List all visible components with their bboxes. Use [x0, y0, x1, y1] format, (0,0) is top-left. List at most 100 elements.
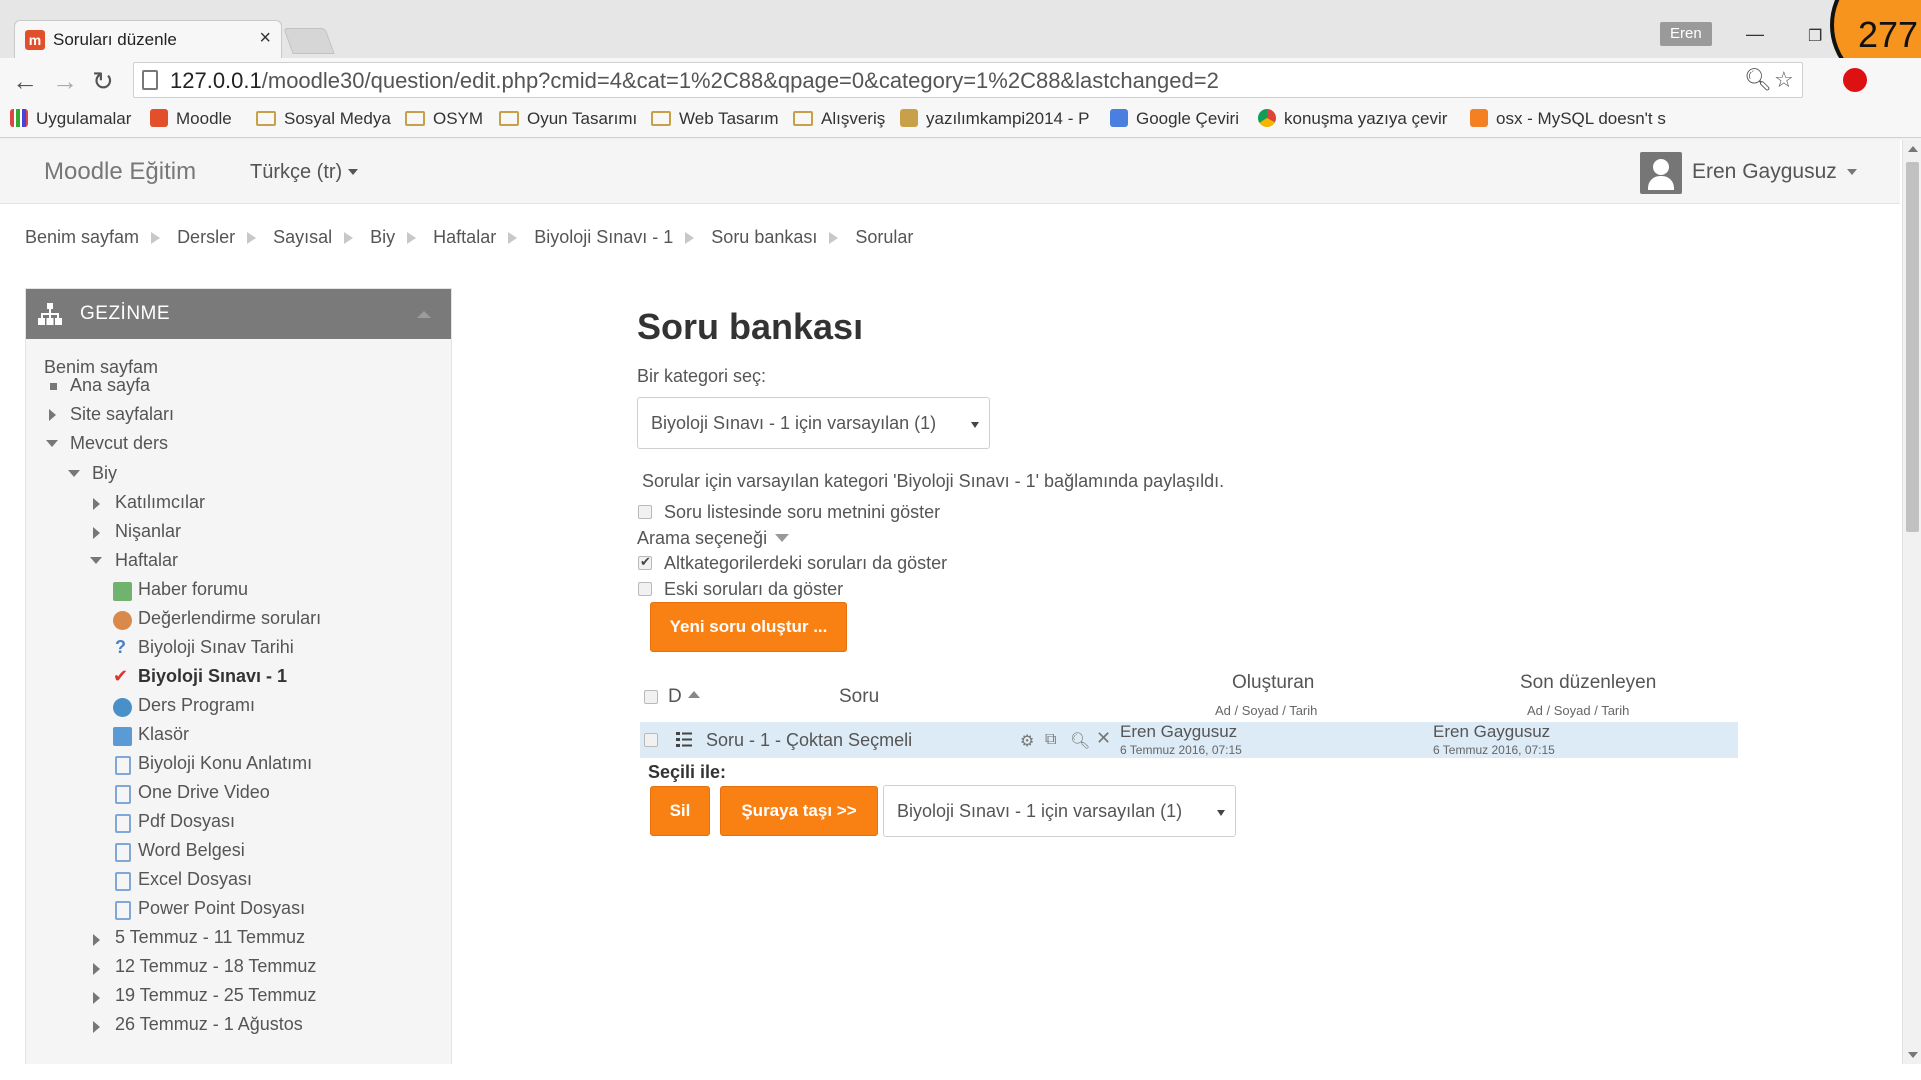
new-tab-button[interactable]	[283, 28, 335, 54]
expand-icon[interactable]	[93, 934, 100, 946]
preview-search-icon[interactable]: 🔍︎	[1070, 731, 1090, 751]
breadcrumb-item[interactable]: Sayısal	[273, 227, 332, 247]
minimize-icon[interactable]: —	[1746, 24, 1764, 45]
nav-activity[interactable]: Biyoloji Sınav Tarihi	[138, 637, 294, 658]
nav-activity[interactable]: Değerlendirme soruları	[138, 608, 321, 629]
language-label: Türkçe (tr)	[250, 161, 343, 183]
nav-activity[interactable]: Word Belgesi	[138, 840, 245, 861]
language-menu[interactable]: Türkçe (tr)	[250, 161, 359, 184]
create-question-button[interactable]: Yeni soru oluştur ...	[650, 602, 847, 652]
scroll-down-icon[interactable]	[1908, 1052, 1918, 1058]
bookmark-moodle[interactable]: Moodle	[150, 109, 232, 129]
restore-icon[interactable]: ❐	[1808, 26, 1822, 46]
duplicate-icon[interactable]: ⧉	[1045, 731, 1056, 749]
nav-item-week[interactable]: 26 Temmuz - 1 Ağustos	[115, 1014, 303, 1035]
expand-icon[interactable]	[93, 963, 100, 975]
dropdown-arrow-icon	[1217, 810, 1225, 816]
user-menu[interactable]: Eren Gaygusuz	[1692, 160, 1857, 184]
question-column-header[interactable]: Soru	[839, 686, 879, 708]
bookmark-konusma[interactable]: konuşma yazıya çevir	[1258, 109, 1447, 129]
select-all-checkbox[interactable]	[644, 690, 658, 704]
category-select[interactable]: Biyoloji Sınavı - 1 için varsayılan (1)	[637, 397, 990, 449]
edit-gear-icon[interactable]: ⚙	[1020, 731, 1034, 751]
nav-activity[interactable]: Ders Programı	[138, 695, 255, 716]
breadcrumb-item[interactable]: Haftalar	[433, 227, 496, 247]
nav-item-week[interactable]: 5 Temmuz - 11 Temmuz	[115, 927, 305, 948]
nav-activity[interactable]: Excel Dosyası	[138, 869, 252, 890]
nav-activity[interactable]: Haber forumu	[138, 579, 248, 600]
breadcrumb-item[interactable]: Sorular	[855, 227, 913, 247]
nav-item-week[interactable]: 19 Temmuz - 25 Temmuz	[115, 985, 316, 1006]
zoom-icon[interactable]: 🔍︎	[1744, 67, 1772, 93]
page-scrollbar[interactable]	[1902, 140, 1921, 1064]
breadcrumb-item[interactable]: Biy	[370, 227, 395, 247]
bookmark-osym[interactable]: OSYM	[405, 109, 483, 129]
nav-item-course[interactable]: Biy	[92, 463, 117, 484]
back-icon[interactable]: ←	[12, 66, 38, 97]
bookmark-web-tasarim[interactable]: Web Tasarım	[651, 109, 779, 129]
breadcrumb-item[interactable]: Soru bankası	[711, 227, 817, 247]
delete-icon[interactable]: ✕	[1096, 728, 1111, 749]
collapse-tree-icon[interactable]	[46, 440, 58, 447]
move-to-button[interactable]: Şuraya taşı >>	[720, 786, 878, 836]
nav-activity[interactable]: Biyoloji Konu Anlatımı	[138, 753, 312, 774]
nav-item-site-pages[interactable]: Site sayfaları	[70, 404, 174, 425]
nav-activity[interactable]: Klasör	[138, 724, 189, 745]
nav-item-weeks[interactable]: Haftalar	[115, 550, 178, 571]
address-row: ← → ↻ 127.0.0.1/moodle30/question/edit.p…	[0, 58, 1921, 102]
type-column-header[interactable]: D	[668, 686, 700, 708]
collapse-icon[interactable]	[417, 311, 431, 318]
nav-activity[interactable]: One Drive Video	[138, 782, 270, 803]
profile-badge[interactable]: Eren	[1660, 22, 1712, 46]
breadcrumb-item[interactable]: Dersler	[177, 227, 235, 247]
address-bar[interactable]: 127.0.0.1/moodle30/question/edit.php?cmi…	[133, 62, 1803, 98]
collapse-tree-icon[interactable]	[68, 470, 80, 477]
question-select-checkbox[interactable]	[644, 733, 658, 747]
bookmark-osx-mysql[interactable]: osx - MySQL doesn't s	[1470, 109, 1666, 129]
type-column-label: D	[668, 686, 682, 707]
expand-icon[interactable]	[93, 498, 100, 510]
nav-item-home[interactable]: Ana sayfa	[70, 375, 150, 396]
breadcrumb-item[interactable]: Benim sayfam	[25, 227, 139, 247]
include-subcategories-checkbox[interactable]	[638, 554, 652, 570]
site-brand[interactable]: Moodle Eğitim	[44, 158, 196, 186]
search-options-toggle[interactable]: Arama seçeneği	[637, 528, 790, 549]
nav-item-week[interactable]: 12 Temmuz - 18 Temmuz	[115, 956, 316, 977]
nav-activity-current[interactable]: Biyoloji Sınavı - 1	[138, 666, 287, 687]
modified-sort-links[interactable]: Ad / Soyad / Tarih	[1527, 703, 1629, 718]
breadcrumb-item[interactable]: Biyoloji Sınavı - 1	[534, 227, 673, 247]
delete-button[interactable]: Sil	[650, 786, 710, 836]
bookmark-yazilimkampi[interactable]: yazılımkampi2014 - P	[900, 109, 1089, 129]
forward-icon[interactable]: →	[52, 66, 78, 97]
bookmark-google-ceviri[interactable]: Google Çeviri	[1110, 109, 1239, 129]
collapse-tree-icon[interactable]	[90, 557, 102, 564]
bookmark-alisveris[interactable]: Alışveriş	[793, 109, 885, 129]
created-sort-links[interactable]: Ad / Soyad / Tarih	[1215, 703, 1317, 718]
scroll-up-icon[interactable]	[1908, 146, 1918, 152]
reload-icon[interactable]: ↻	[92, 66, 114, 97]
browser-tab[interactable]: m Soruları düzenle ×	[14, 20, 282, 58]
move-target-select[interactable]: Biyoloji Sınavı - 1 için varsayılan (1)	[883, 785, 1236, 837]
scroll-thumb[interactable]	[1906, 162, 1919, 532]
show-question-text-checkbox[interactable]	[638, 505, 652, 519]
bookmark-oyun-tasarimi[interactable]: Oyun Tasarımı	[499, 109, 637, 129]
nav-activity[interactable]: Pdf Dosyası	[138, 811, 235, 832]
star-icon[interactable]: ☆	[1774, 67, 1794, 93]
expand-icon[interactable]	[49, 409, 56, 421]
show-old-questions-checkbox[interactable]	[638, 582, 652, 596]
modified-date: 6 Temmuz 2016, 07:15	[1433, 743, 1555, 757]
extension-icon[interactable]	[1843, 68, 1867, 92]
nav-item-current-course[interactable]: Mevcut ders	[70, 433, 168, 454]
bookmark-sosyal-medya[interactable]: Sosyal Medya	[256, 109, 391, 129]
nav-item-badges[interactable]: Nişanlar	[115, 521, 181, 542]
expand-icon[interactable]	[93, 992, 100, 1004]
expand-icon[interactable]	[93, 527, 100, 539]
expand-icon[interactable]	[93, 1021, 100, 1033]
bookmark-apps[interactable]: Uygulamalar	[10, 109, 131, 129]
nav-activity[interactable]: Power Point Dosyası	[138, 898, 305, 919]
translate-icon	[1110, 109, 1128, 127]
user-avatar[interactable]	[1640, 152, 1682, 194]
breadcrumb: Benim sayfam Dersler Sayısal Biy Haftala…	[25, 227, 913, 248]
nav-item-participants[interactable]: Katılımcılar	[115, 492, 205, 513]
close-tab-icon[interactable]: ×	[259, 27, 271, 50]
